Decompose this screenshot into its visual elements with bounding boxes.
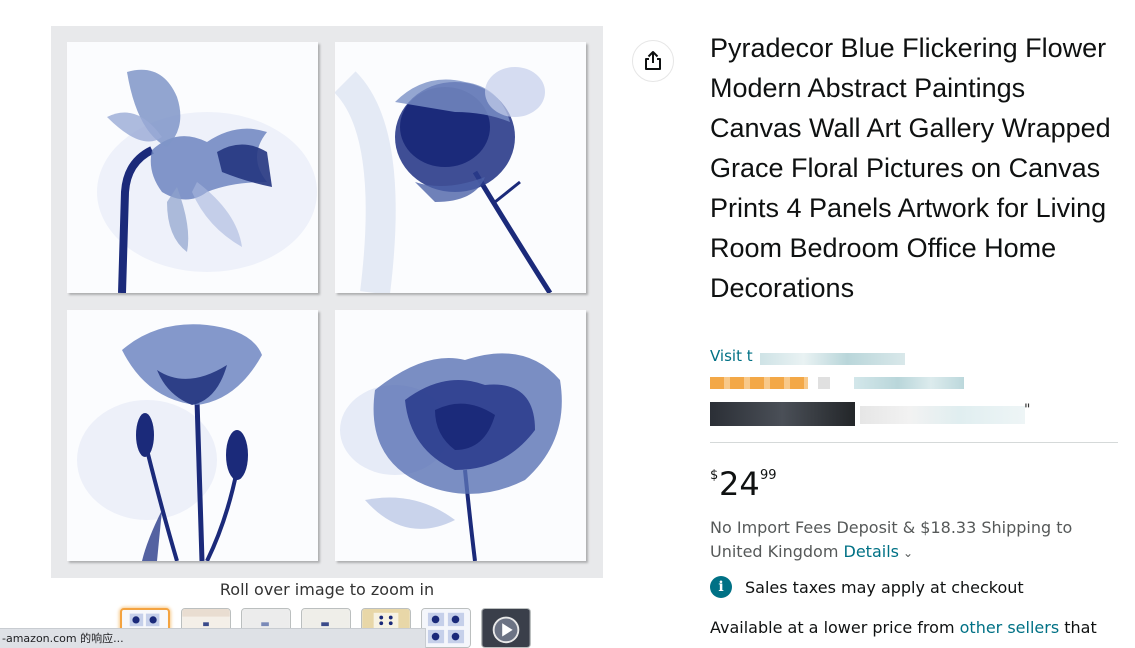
visit-store-link-text: Visit t: [710, 347, 753, 365]
blurred-rating-stars: [710, 377, 808, 389]
product-title: Pyradecor Blue Flickering Flower Modern …: [710, 33, 1111, 303]
image-panel-daffodil: [67, 42, 318, 293]
tax-notice: i Sales taxes may apply at checkout: [710, 575, 1024, 599]
main-product-image[interactable]: [51, 26, 603, 578]
divider: [710, 442, 1118, 443]
shipping-details-link[interactable]: Details: [844, 542, 899, 561]
other-sellers-link[interactable]: other sellers: [960, 618, 1060, 637]
price-whole: 24: [719, 465, 760, 503]
price-symbol: $: [710, 468, 719, 483]
other-sellers-prefix: Available at a lower price from: [710, 618, 960, 637]
other-sellers-suffix: that: [1059, 618, 1097, 637]
thumbnail-6[interactable]: [421, 608, 471, 648]
shipping-info: No Import Fees Deposit & $18.33 Shipping…: [710, 516, 1110, 565]
tax-text: Sales taxes may apply at checkout: [745, 577, 1024, 597]
image-panel-rose: [335, 310, 586, 561]
price-fraction: 99: [760, 468, 777, 483]
blurred-ratings-count: [854, 377, 964, 389]
stray-quote: ": [1024, 402, 1031, 418]
share-icon: [645, 51, 661, 70]
share-button[interactable]: [632, 40, 674, 82]
info-icon: i: [710, 576, 732, 598]
blurred-rating-dropdown: [818, 377, 830, 389]
blurred-store-name: [760, 353, 905, 365]
chevron-down-icon[interactable]: ⌄: [903, 546, 913, 560]
visit-store-link[interactable]: Visit t: [710, 347, 753, 365]
blurred-badge-text: [860, 406, 1025, 424]
other-sellers-notice: Available at a lower price from other se…: [710, 617, 1120, 639]
blurred-badge: [710, 402, 855, 426]
zoom-hint: Roll over image to zoom in: [219, 580, 435, 599]
image-panel-peony: [335, 42, 586, 293]
browser-status-bar: -amazon.com 的响应...: [0, 628, 426, 648]
thumbnail-video[interactable]: [481, 608, 531, 648]
image-panel-poppy: [67, 310, 318, 561]
